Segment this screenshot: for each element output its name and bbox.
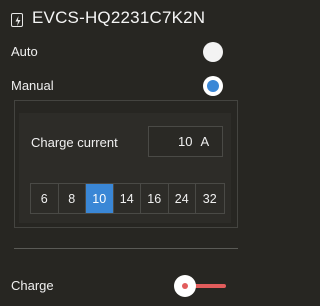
auto-label: Auto (11, 44, 38, 59)
charge-current-number: 10 (178, 134, 193, 149)
current-option-32[interactable]: 32 (196, 184, 224, 213)
current-option-10[interactable]: 10 (86, 184, 114, 213)
charge-current-selector: 6 8 10 14 16 24 32 (30, 183, 225, 214)
ev-charger-icon (11, 13, 23, 27)
charge-current-unit: A (200, 134, 210, 149)
current-option-16[interactable]: 16 (141, 184, 169, 213)
charge-label: Charge (11, 278, 54, 293)
toggle-knob-dot (182, 283, 188, 289)
manual-label: Manual (11, 78, 54, 93)
charge-current-value: 10 A (178, 134, 209, 149)
charge-toggle[interactable] (174, 275, 227, 297)
current-option-24[interactable]: 24 (169, 184, 196, 213)
manual-radio[interactable] (203, 76, 223, 96)
charge-current-label: Charge current (31, 135, 118, 150)
current-option-8[interactable]: 8 (59, 184, 86, 213)
current-option-14[interactable]: 14 (114, 184, 141, 213)
divider (14, 248, 238, 249)
current-option-6[interactable]: 6 (31, 184, 59, 213)
toggle-knob (174, 275, 196, 297)
auto-radio[interactable] (203, 42, 223, 62)
radio-selected-indicator (207, 80, 219, 92)
page-title: EVCS-HQ2231C7K2N (32, 8, 206, 27)
